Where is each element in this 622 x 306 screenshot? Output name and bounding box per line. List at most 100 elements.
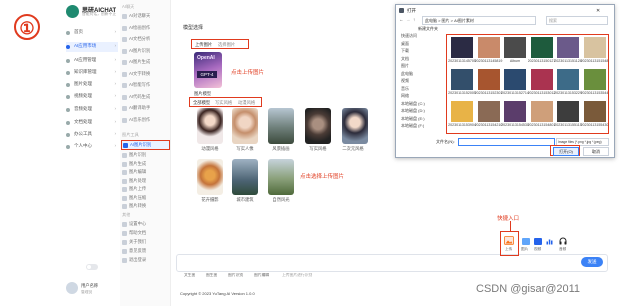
model-card[interactable] <box>197 108 223 144</box>
new-folder-button[interactable]: 新建文件夹 <box>418 26 438 32</box>
footer-link[interactable]: 图生图 <box>206 273 217 278</box>
video-icon[interactable] <box>534 238 542 245</box>
nav-tree-item[interactable]: 图片 <box>401 63 409 69</box>
subnav-item[interactable]: AI文档分析 <box>122 35 168 44</box>
sidebar-item-home[interactable]: 首页 › <box>66 28 118 38</box>
sidebar-item-app-market[interactable]: AI应用市场 › <box>66 42 118 52</box>
model-card[interactable] <box>342 108 368 144</box>
subnav-item[interactable]: AI图片生成 <box>122 58 168 67</box>
theme-toggle[interactable] <box>86 264 98 270</box>
nav-tree-item[interactable]: 快速访问 <box>401 33 417 39</box>
toggle-knob <box>87 265 91 269</box>
subnav-item-active[interactable]: AI图片识别 <box>121 140 170 150</box>
footer-link[interactable]: 文生图 <box>184 273 195 278</box>
sidebar-item-knowledge[interactable]: 知识库管理 › <box>66 68 118 78</box>
footer-link[interactable]: 图片识别 <box>228 273 243 278</box>
avatar[interactable] <box>66 282 78 294</box>
upload-image-icon[interactable] <box>504 236 514 245</box>
subnav-item[interactable]: 图片转换 <box>122 202 168 211</box>
model-card[interactable] <box>268 159 294 195</box>
address-bar[interactable]: 此电脑 > 图片 > AI图片素材 <box>422 16 536 25</box>
tab-upload[interactable]: 上传图片 <box>195 42 212 48</box>
search-box[interactable]: 搜索 <box>546 16 608 25</box>
nav-tree-item[interactable]: 此电脑 <box>401 71 413 77</box>
file-thumbnail[interactable] <box>530 101 553 122</box>
nav-tree-item[interactable]: 网络 <box>401 93 409 99</box>
chevron-right-icon: › <box>114 131 117 136</box>
file-thumbnail[interactable] <box>451 37 473 58</box>
file-thumbnail[interactable] <box>451 101 473 122</box>
subnav-item[interactable]: AI绘画创作 <box>122 24 168 33</box>
subnav-item[interactable]: AI音乐创作 <box>122 116 168 125</box>
file-thumbnail-label: 20230113155115 <box>554 123 582 127</box>
file-thumbnail[interactable] <box>504 37 526 58</box>
subnav-item[interactable]: AI智能写作 <box>122 81 168 90</box>
gpt-card[interactable]: OpenAI GPT-4 <box>194 52 222 88</box>
open-button[interactable]: 打开(O) <box>553 147 579 156</box>
sidebar-item-profile[interactable]: 个人中心 › <box>66 142 118 152</box>
subnav-item[interactable]: AI代码生成 <box>122 93 168 102</box>
file-thumbnail[interactable] <box>583 69 606 90</box>
picture-icon[interactable] <box>522 238 530 245</box>
subnav-item[interactable]: 设置中心 <box>122 220 168 229</box>
file-thumbnail[interactable] <box>504 69 526 90</box>
file-thumbnail-label: 20230113154210 <box>474 123 503 127</box>
subnav-item[interactable]: 关于我们 <box>122 238 168 247</box>
send-button[interactable]: 发送 <box>581 257 603 267</box>
nav-tree-item[interactable]: 下载 <box>401 48 409 54</box>
subnav-item[interactable]: AI翻译助手 <box>122 104 168 113</box>
tab-select[interactable]: 选择图片 <box>218 42 235 48</box>
tab-realistic[interactable]: 写实风格 <box>215 100 232 106</box>
subnav-item[interactable]: AI文字转换 <box>122 70 168 79</box>
file-thumbnail[interactable] <box>557 37 579 58</box>
headphones-icon[interactable] <box>559 237 567 245</box>
tab-anime[interactable]: 动漫风格 <box>238 100 255 106</box>
briefcase-icon <box>66 133 70 137</box>
nav-tree-item[interactable]: 视频 <box>401 78 409 84</box>
forward-arrow-icon[interactable]: → <box>406 17 411 22</box>
chart-icon[interactable] <box>546 238 553 245</box>
nav-tree-item[interactable]: 本地磁盘 (C:) <box>401 101 425 107</box>
subnav-item[interactable]: 退出登录 <box>122 256 168 265</box>
model-card[interactable] <box>232 108 258 144</box>
subnav-item[interactable]: 帮助文档 <box>122 229 168 238</box>
subnav-item[interactable]: 意见反馈 <box>122 247 168 256</box>
file-thumbnail[interactable] <box>557 69 579 90</box>
tab-all[interactable]: 全部模型 <box>193 100 210 106</box>
footer-link[interactable]: 图片编辑 <box>254 273 269 278</box>
subnav-item[interactable]: AI图片识别 <box>122 47 168 56</box>
nav-tree-item[interactable]: 本地磁盘 (F:) <box>401 123 424 129</box>
subnav-item[interactable]: AI对话聊天 <box>122 12 168 21</box>
nav-tree-item[interactable]: 文档 <box>401 56 409 62</box>
file-thumbnail[interactable] <box>477 69 500 90</box>
file-thumbnail[interactable] <box>530 37 553 58</box>
nav-tree-item[interactable]: 桌面 <box>401 41 409 47</box>
filename-input[interactable] <box>458 138 555 146</box>
close-icon[interactable]: ✕ <box>596 8 600 14</box>
model-card[interactable] <box>268 108 294 144</box>
file-thumbnail[interactable] <box>583 101 606 122</box>
nav-tree-item[interactable]: 音乐 <box>401 86 409 92</box>
cancel-button[interactable]: 取消 <box>583 147 609 156</box>
file-thumbnail[interactable] <box>451 69 473 90</box>
sidebar-item-office[interactable]: 办公工具 › <box>66 130 118 140</box>
up-arrow-icon[interactable]: ↑ <box>413 17 415 22</box>
chat-input-bar[interactable] <box>176 254 608 272</box>
file-thumbnail[interactable] <box>504 101 526 122</box>
nav-tree-item[interactable]: 本地磁盘 (E:) <box>401 116 425 122</box>
file-thumbnail[interactable] <box>557 101 579 122</box>
sidebar-item-video[interactable]: 视频处理 › <box>66 92 118 102</box>
sidebar-item-audio[interactable]: 音频处理 › <box>66 105 118 115</box>
file-thumbnail[interactable] <box>530 69 553 90</box>
back-arrow-icon[interactable]: ← <box>399 17 404 22</box>
nav-tree-item[interactable]: 本地磁盘 (D:) <box>401 108 425 114</box>
file-thumbnail[interactable] <box>477 101 500 122</box>
file-thumbnail[interactable] <box>477 37 500 58</box>
sidebar-item-app-manage[interactable]: AI应用管理 › <box>66 56 118 66</box>
file-thumbnail[interactable] <box>583 37 606 58</box>
model-card[interactable] <box>305 108 331 144</box>
model-card[interactable] <box>232 159 258 195</box>
sidebar-item-image[interactable]: 图片处理 › <box>66 80 118 90</box>
model-card[interactable] <box>197 159 223 195</box>
sidebar-item-doc[interactable]: 文档处理 › <box>66 118 118 128</box>
